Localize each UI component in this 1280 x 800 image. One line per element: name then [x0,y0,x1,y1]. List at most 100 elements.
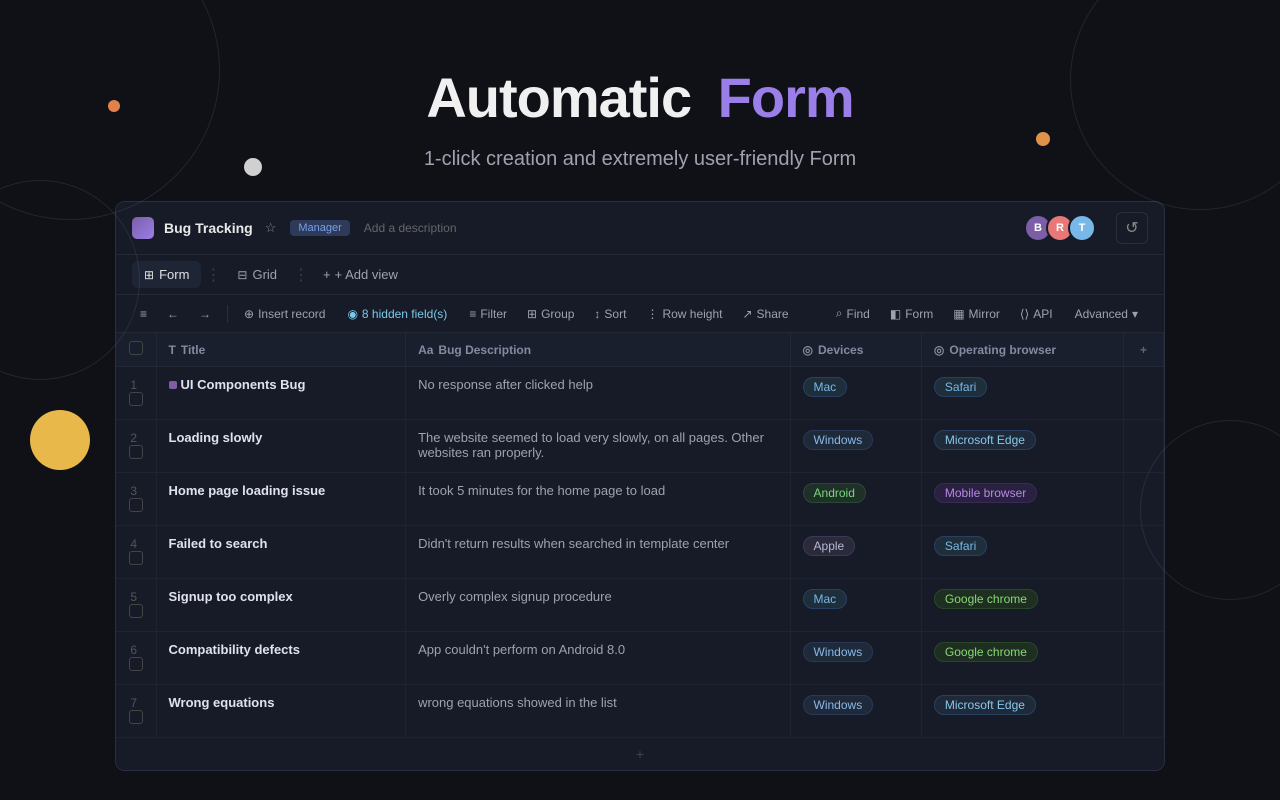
table-row: 6 Compatibility defects App couldn't per… [116,632,1164,685]
row-extra [1124,420,1164,473]
browser-tag: Safari [934,377,987,397]
share-icon: ↗ [742,307,752,321]
device-tag: Mac [803,377,848,397]
view-tabs-bar: ⊞ Form ⋮ ⊟ Grid ⋮ + + Add view [116,255,1164,295]
table-header-row: TTitle AaBug Description ◎Devices ◎Opera… [116,333,1164,367]
row-browser: Microsoft Edge [921,420,1123,473]
form-tab-label: Form [159,267,189,282]
api-button[interactable]: ⟨⟩ API [1012,303,1061,325]
filter-button[interactable]: ≡ Filter [461,303,515,325]
browser-tag: Google chrome [934,589,1038,609]
add-view-button[interactable]: + + Add view [313,261,408,288]
table-row: 7 Wrong equations wrong equations showed… [116,685,1164,738]
sort-icon: ↕ [594,307,600,321]
form-tab-icon: ⊞ [144,268,154,282]
row-title: Signup too complex [156,579,406,632]
row-checkbox[interactable] [129,551,143,565]
form-tool-icon: ◧ [890,307,901,321]
device-tag: Android [803,483,866,503]
row-extra [1124,579,1164,632]
row-extra [1124,473,1164,526]
row-device: Mac [790,579,921,632]
row-description: App couldn't perform on Android 8.0 [406,632,790,685]
hero-title-word1: Automatic [426,66,691,129]
add-row-button[interactable]: + [116,738,1164,770]
row-device: Mac [790,367,921,420]
share-button[interactable]: ↗ Share [734,303,796,325]
row-checkbox-cell[interactable]: 3 [116,473,156,526]
avatar-group: B R T [1030,214,1096,242]
row-browser: Safari [921,367,1123,420]
row-checkbox-cell[interactable]: 7 [116,685,156,738]
row-checkbox[interactable] [129,710,143,724]
row-height-button[interactable]: ⋮ Row height [638,303,730,325]
nav-button[interactable]: ≡ [132,303,155,325]
refresh-button[interactable]: ↺ [1116,212,1148,244]
row-browser: Safari [921,526,1123,579]
row-checkbox-cell[interactable]: 5 [116,579,156,632]
row-checkbox-cell[interactable]: 4 [116,526,156,579]
find-button[interactable]: ⌕ Find [828,302,878,325]
row-description: The website seemed to load very slowly, … [406,420,790,473]
chevron-down-icon: ▾ [1132,307,1138,321]
browser-tag: Mobile browser [934,483,1037,503]
row-device: Windows [790,420,921,473]
star-icon[interactable]: ☆ [265,220,277,236]
row-extra [1124,632,1164,685]
mirror-button[interactable]: ▦ Mirror [945,303,1008,325]
col-browser: ◎Operating browser [921,333,1123,367]
hidden-fields-button[interactable]: ◉ 8 hidden field(s) [337,303,457,325]
row-checkbox-cell[interactable]: 1 [116,367,156,420]
table-row: 2 Loading slowly The website seemed to l… [116,420,1164,473]
advanced-button[interactable]: Advanced ▾ [1065,303,1148,325]
toolbar: ≡ ← → ⊕ Insert record ◉ 8 hidden field(s… [116,295,1164,333]
eye-icon: ◉ [347,307,357,321]
tab-grid[interactable]: ⊟ Grid [225,261,289,288]
data-table-wrapper: TTitle AaBug Description ◎Devices ◎Opera… [116,333,1164,770]
insert-record-button[interactable]: ⊕ Insert record [236,303,333,325]
row-extra [1124,367,1164,420]
add-description-label[interactable]: Add a description [364,221,457,235]
row-checkbox-cell[interactable]: 6 [116,632,156,685]
row-checkbox[interactable] [129,498,143,512]
sort-button[interactable]: ↕ Sort [586,303,634,325]
col-checkbox[interactable] [116,333,156,367]
browser-tag: Microsoft Edge [934,430,1036,450]
row-checkbox[interactable] [129,604,143,618]
header-checkbox[interactable] [129,341,143,355]
device-tag: Windows [803,430,874,450]
row-description: wrong equations showed in the list [406,685,790,738]
table-row: 5 Signup too complex Overly complex sign… [116,579,1164,632]
group-button[interactable]: ⊞ Group [519,303,582,325]
add-view-icon: + [323,267,331,282]
col-devices: ◎Devices [790,333,921,367]
row-description: No response after clicked help [406,367,790,420]
form-tool-button[interactable]: ◧ Form [882,303,941,325]
row-checkbox[interactable] [129,445,143,459]
hero-section: Automatic Form 1-click creation and extr… [0,0,1280,201]
add-view-label: + Add view [335,267,398,282]
row-checkbox[interactable] [129,657,143,671]
manager-badge: Manager [290,220,349,236]
row-device: Windows [790,632,921,685]
row-title: Home page loading issue [156,473,406,526]
avatar-3: T [1068,214,1096,242]
tab-form[interactable]: ⊞ Form [132,261,201,288]
col-title: TTitle [156,333,406,367]
row-title: UI Components Bug [156,367,406,420]
row-checkbox-cell[interactable]: 2 [116,420,156,473]
row-title: Failed to search [156,526,406,579]
row-checkbox[interactable] [129,392,143,406]
undo-button[interactable]: ← [159,303,187,325]
browser-tag: Google chrome [934,642,1038,662]
device-tag: Windows [803,695,874,715]
row-description: Didn't return results when searched in t… [406,526,790,579]
project-name: Bug Tracking [164,220,253,236]
table-row: 3 Home page loading issue It took 5 minu… [116,473,1164,526]
add-column-button[interactable]: + [1124,333,1164,367]
row-extra [1124,685,1164,738]
redo-button[interactable]: → [191,303,219,325]
tab-separator-1: ⋮ [203,265,223,285]
row-device: Android [790,473,921,526]
hero-subtitle: 1-click creation and extremely user-frie… [0,148,1280,171]
